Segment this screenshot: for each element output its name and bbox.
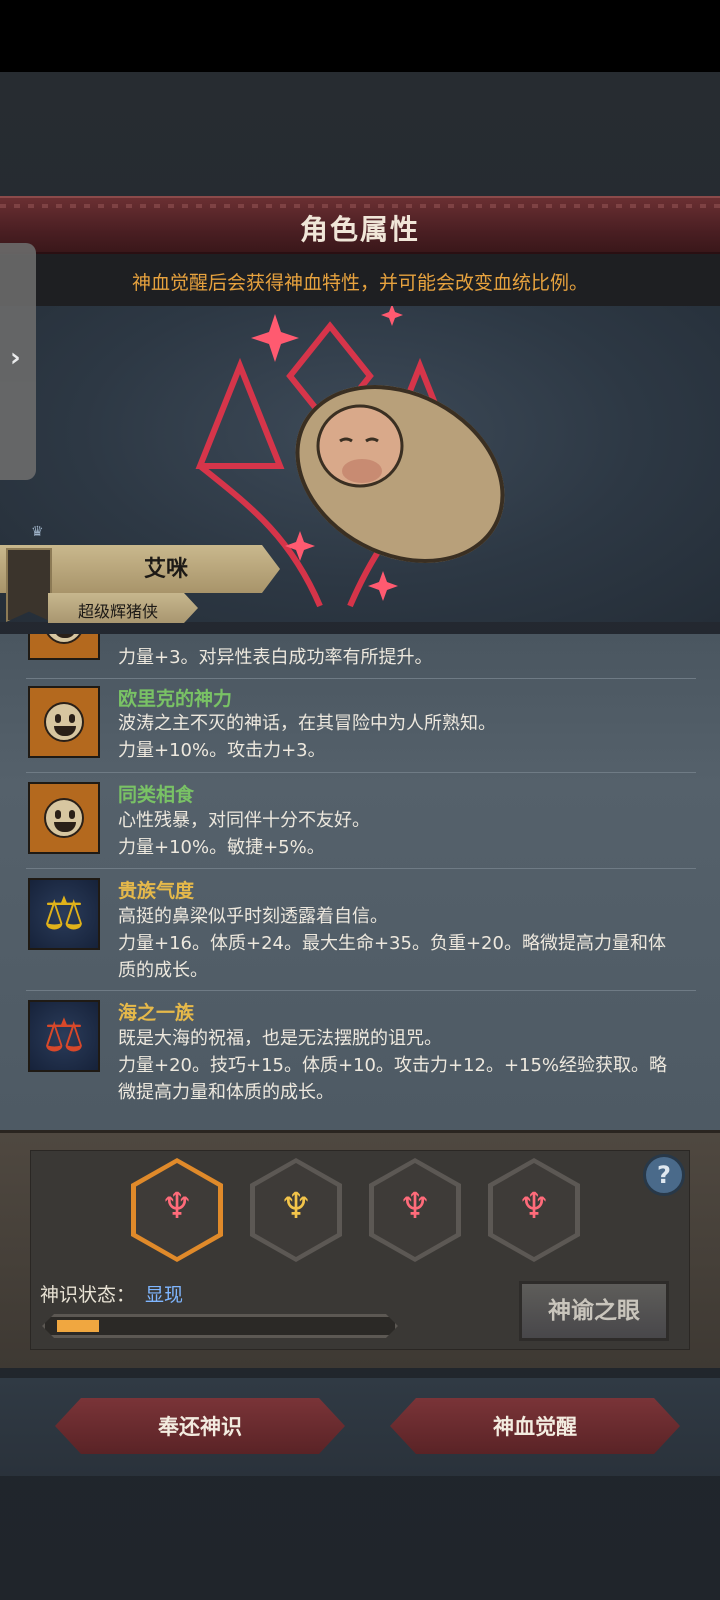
awakening-progress-fill (57, 1320, 99, 1332)
panel-subtitle: 神血觉醒后会获得神血特性，并可能会改变血统比例。 (131, 272, 588, 294)
trait-effect: 力量+3。对异性表白成功率有所提升。 (118, 647, 433, 668)
family-banner-icon (6, 548, 52, 622)
crown-icon: ♛ (31, 524, 44, 540)
divine-status-value: 显现 (145, 1284, 184, 1306)
help-icon[interactable]: ? (643, 1154, 685, 1196)
blood-awaken-button[interactable]: 神血觉醒 (390, 1398, 680, 1454)
trait-effect: 力量+10%。敏捷+5%。 (118, 837, 325, 858)
return-divinity-label: 奉还神识 (158, 1415, 242, 1439)
side-drawer-tab[interactable]: › (0, 243, 36, 480)
smile-face-icon (28, 686, 100, 758)
trait-name: 同类相食 (118, 784, 195, 806)
trait-desc: 高挺的鼻梁似乎时刻透露着自信。 (118, 906, 388, 927)
divider (26, 868, 696, 869)
red-scale-icon: ⚖ (28, 1000, 100, 1072)
panel-title: 角色属性 (299, 213, 420, 246)
trait-name: 贵族气度 (118, 880, 195, 902)
trait-effect: 力量+20。技巧+15。体质+10。攻击力+12。+15%经验获取。略微提高力量… (118, 1055, 668, 1103)
red-sigil-icon: ♆ (517, 1186, 551, 1227)
divider (26, 678, 696, 679)
smile-face-icon (28, 782, 100, 854)
blood-awaken-label: 神血觉醒 (493, 1415, 577, 1439)
trait-effect: 力量+10%。攻击力+3。 (118, 740, 326, 761)
status-bar (0, 0, 720, 72)
awakening-progress-bar (42, 1314, 398, 1338)
trait-list[interactable]: 力量+3。对异性表白成功率有所提升。 欧里克的神力 波涛之主不灭的神话，在其冒险… (0, 634, 720, 1130)
title-banner: 角色属性 (0, 196, 720, 254)
trait-name: 欧里克的神力 (118, 688, 233, 710)
trait-desc: 波涛之主不灭的神话，在其冒险中为人所熟知。 (118, 713, 496, 734)
return-divinity-button[interactable]: 奉还神识 (55, 1398, 345, 1454)
swaddled-baby-portrait (295, 385, 505, 563)
trait-name: 海之一族 (118, 1002, 195, 1024)
gold-scale-icon: ⚖ (28, 878, 100, 950)
character-class: 超级辉猪侠 (77, 602, 158, 621)
divider (26, 990, 696, 991)
chevron-right-icon: › (10, 343, 21, 373)
smile-face-icon (28, 634, 100, 660)
divine-status-label: 神识状态： (40, 1284, 136, 1306)
red-sigil-icon: ♆ (160, 1186, 194, 1227)
trait-desc: 既是大海的祝福，也是无法摆脱的诅咒。 (118, 1028, 442, 1049)
trait-effect: 力量+16。体质+24。最大生命+35。负重+20。略微提高力量和体质的成长。 (118, 933, 666, 981)
character-name: 艾咪 (143, 557, 188, 582)
trait-desc: 心性残暴，对同伴十分不友好。 (118, 810, 370, 831)
divider (26, 772, 696, 773)
gold-sigil-icon: ♆ (279, 1186, 313, 1227)
subtitle-band: 神血觉醒后会获得神血特性，并可能会改变血统比例。 (0, 254, 720, 306)
oracle-eye-button[interactable]: 神谕之眼 (519, 1281, 669, 1341)
red-sigil-icon: ♆ (398, 1186, 432, 1227)
